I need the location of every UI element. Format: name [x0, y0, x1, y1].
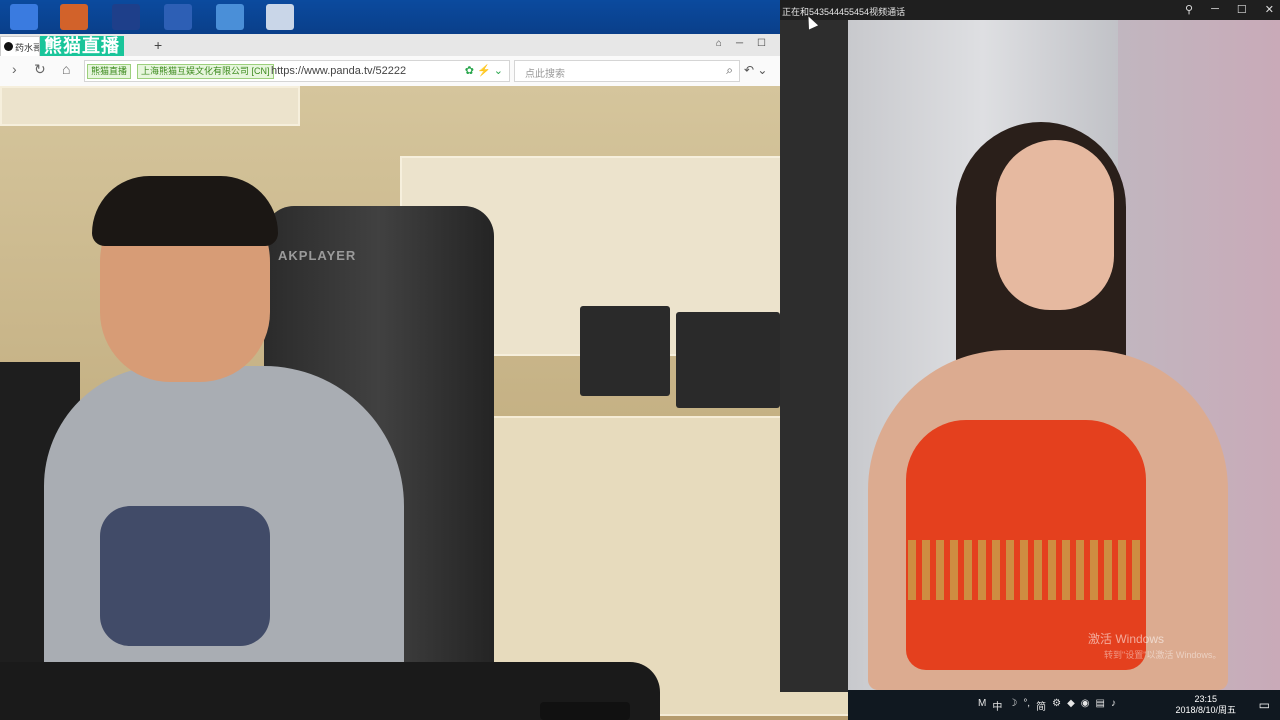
maximize-icon[interactable]: ☐: [757, 38, 766, 49]
network-icon[interactable]: ▤: [1096, 698, 1105, 713]
search-box[interactable]: 点此搜索 ⌕: [514, 60, 740, 82]
caller-face: [996, 140, 1114, 310]
url-text: https://www.panda.tv/52222: [271, 65, 407, 77]
browser-window: 药水哥 熊猫直播 + ⌂ ─ ☐ › ↻ ⌂ 熊猫直播 上海熊猫互娱文化有限公司…: [0, 34, 780, 86]
system-tray: M 中 ☽ °, 简 ⚙ ◆ ◉ ▤ ♪ 23:15 2018/8/10/周五 …: [848, 690, 1280, 720]
site-badge: 熊猫直播: [87, 64, 132, 79]
cert-org-badge[interactable]: 上海熊猫互娱文化有限公司 [CN]: [137, 64, 274, 79]
speaker-right: [676, 312, 780, 408]
reload-icon[interactable]: ↻: [34, 61, 46, 78]
simplified-toggle[interactable]: 简: [1036, 698, 1046, 713]
streamer-video: AKPLAYER: [0, 86, 848, 720]
app-icon[interactable]: [10, 4, 38, 30]
clock-time: 23:15: [1194, 694, 1217, 704]
doc-icon[interactable]: [216, 4, 244, 30]
panda-logo: 熊猫直播: [40, 36, 124, 56]
browser-icon[interactable]: ◉: [1081, 698, 1090, 713]
shirt-icon[interactable]: ⌂: [716, 38, 722, 49]
mail-icon[interactable]: M: [978, 698, 986, 713]
browser-toolbar: › ↻ ⌂ 熊猫直播 上海熊猫互娱文化有限公司 [CN] https://www…: [0, 56, 780, 86]
clock-date: 2018/8/10/周五: [1175, 705, 1236, 715]
screen: 药水哥 熊猫直播 + ⌂ ─ ☐ › ↻ ⌂ 熊猫直播 上海熊猫互娱文化有限公司…: [0, 0, 1280, 720]
keyboard: [540, 702, 630, 720]
call-title: 正在和543544455454视频通话: [782, 7, 906, 17]
desktop-strip: [0, 0, 780, 34]
ime-mode[interactable]: 中: [992, 698, 1002, 713]
close-icon[interactable]: ✕: [1265, 3, 1274, 16]
speed-mode-icon[interactable]: ✿ ⚡ ⌄: [465, 64, 503, 77]
forward-icon[interactable]: ›: [12, 61, 17, 77]
coin-trim: [908, 540, 1144, 600]
kx-icon[interactable]: [112, 4, 140, 30]
settings-icon[interactable]: ⚙: [1052, 698, 1061, 713]
undo-icon[interactable]: ↶ ⌄: [744, 63, 767, 77]
home-icon[interactable]: ⌂: [62, 61, 70, 77]
call-title-bar: 正在和543544455454视频通话 ⚲ ─ ☐ ✕: [780, 0, 1280, 20]
moon-icon[interactable]: ☽: [1008, 698, 1017, 713]
search-placeholder: 点此搜索: [525, 69, 565, 80]
wall-shelf: [0, 86, 300, 126]
speaker-left: [580, 306, 670, 396]
new-tab-button[interactable]: +: [154, 37, 162, 53]
streamer-hair: [92, 176, 278, 246]
pin-icon[interactable]: ⚲: [1185, 3, 1193, 16]
tab-label: 药水哥: [15, 43, 40, 53]
minimize-icon[interactable]: ─: [1211, 3, 1219, 16]
browser-window-controls: ⌂ ─ ☐: [716, 38, 766, 49]
address-bar[interactable]: 熊猫直播 上海熊猫互娱文化有限公司 [CN] https://www.panda…: [84, 60, 510, 82]
shirt-print: [100, 506, 270, 646]
search-icon[interactable]: ⌕: [726, 63, 733, 78]
word-icon[interactable]: [164, 4, 192, 30]
clock[interactable]: 23:15 2018/8/10/周五: [1175, 694, 1236, 716]
minimize-icon[interactable]: ─: [736, 38, 743, 49]
punctuation-icon[interactable]: °,: [1023, 698, 1030, 713]
chair-brand: AKPLAYER: [278, 248, 357, 263]
volume-icon[interactable]: ♪: [1111, 698, 1116, 713]
call-window-controls: ⚲ ─ ☐ ✕: [1185, 3, 1274, 16]
shield-icon[interactable]: ◆: [1067, 698, 1075, 713]
recycle-bin-icon[interactable]: [266, 4, 294, 30]
activate-windows-watermark: 激活 Windows: [1088, 632, 1165, 646]
panda-tab-icon: [4, 42, 13, 51]
caller-video: 激活 Windows 转到"设置"以激活 Windows。: [848, 20, 1280, 690]
activate-windows-hint: 转到"设置"以激活 Windows。: [1104, 650, 1222, 660]
notification-icon[interactable]: ▭: [1259, 698, 1270, 712]
photo-icon[interactable]: [60, 4, 88, 30]
maximize-icon[interactable]: ☐: [1237, 3, 1247, 16]
tab-strip: 药水哥 熊猫直播 + ⌂ ─ ☐: [0, 34, 780, 56]
tray-icons: M 中 ☽ °, 简 ⚙ ◆ ◉ ▤ ♪: [978, 698, 1116, 713]
browser-tab[interactable]: 药水哥: [0, 36, 40, 56]
